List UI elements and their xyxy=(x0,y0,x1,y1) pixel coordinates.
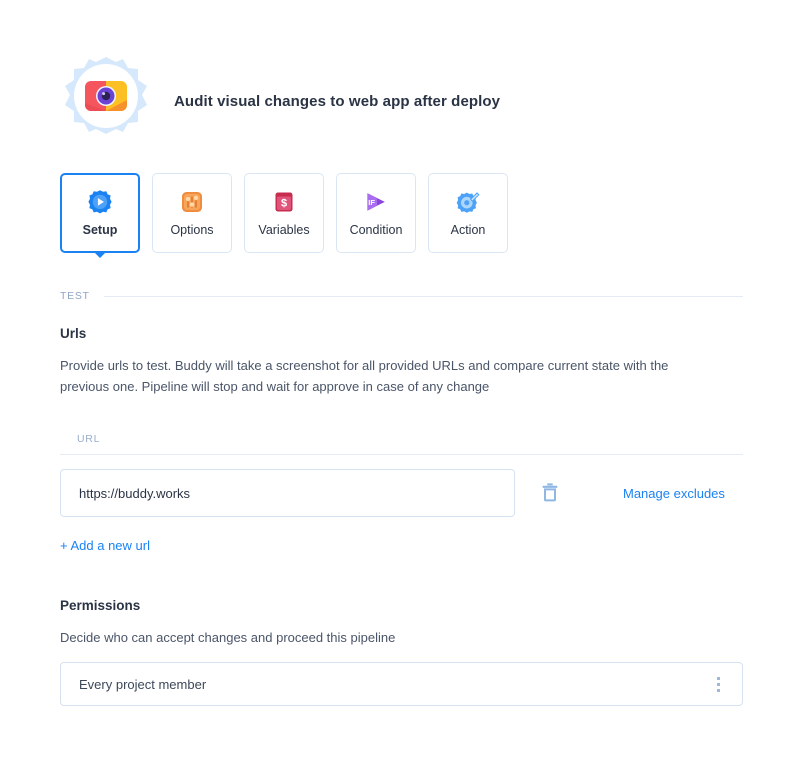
permissions-selected-value: Every project member xyxy=(79,676,207,692)
action-gear-wrench-icon xyxy=(455,189,481,215)
page-header: Audit visual changes to web app after de… xyxy=(60,55,500,147)
tab-action[interactable]: Action xyxy=(428,173,508,253)
tab-setup-label: Setup xyxy=(82,223,118,238)
urls-heading: Urls xyxy=(60,326,87,341)
urls-description: Provide urls to test. Buddy will take a … xyxy=(60,358,669,394)
tab-condition[interactable]: IF Condition xyxy=(336,173,416,253)
permissions-select[interactable]: Every project member xyxy=(60,662,743,706)
tab-condition-label: Condition xyxy=(349,223,403,238)
action-settings-page: Audit visual changes to web app after de… xyxy=(0,0,803,780)
tab-variables[interactable]: $ Variables xyxy=(244,173,324,253)
section-label: TEST xyxy=(60,290,90,302)
section-divider xyxy=(103,295,743,297)
condition-if-play-icon: IF xyxy=(363,189,389,215)
options-sliders-icon xyxy=(179,189,205,215)
page-title: Audit visual changes to web app after de… xyxy=(174,92,501,110)
section-header-test: TEST xyxy=(60,290,743,302)
tab-bar: Setup Options $ Variables IF Condition A… xyxy=(60,173,520,253)
permissions-description: Decide who can accept changes and procee… xyxy=(60,630,396,645)
permissions-heading: Permissions xyxy=(60,598,141,613)
manage-excludes-link[interactable]: Manage excludes xyxy=(623,486,725,501)
tab-variables-label: Variables xyxy=(258,223,310,238)
svg-text:IF: IF xyxy=(368,198,375,207)
url-row: Manage excludes xyxy=(60,469,743,517)
buddy-visual-tests-gear-icon xyxy=(60,55,152,147)
setup-gear-play-icon xyxy=(87,189,113,215)
url-field-label: URL xyxy=(77,433,101,445)
tab-setup[interactable]: Setup xyxy=(60,173,140,253)
tab-action-label: Action xyxy=(450,223,486,238)
variables-dollar-icon: $ xyxy=(271,189,297,215)
add-new-url-link[interactable]: + Add a new url xyxy=(60,538,150,553)
svg-text:$: $ xyxy=(281,198,287,210)
url-input[interactable] xyxy=(60,469,515,517)
tab-options[interactable]: Options xyxy=(152,173,232,253)
tab-options-label: Options xyxy=(170,223,214,238)
kebab-menu-icon[interactable] xyxy=(716,676,720,692)
url-field-divider xyxy=(60,454,743,455)
delete-url-button[interactable] xyxy=(537,480,563,506)
trash-icon xyxy=(539,481,561,506)
url-field-header: URL xyxy=(60,433,743,455)
